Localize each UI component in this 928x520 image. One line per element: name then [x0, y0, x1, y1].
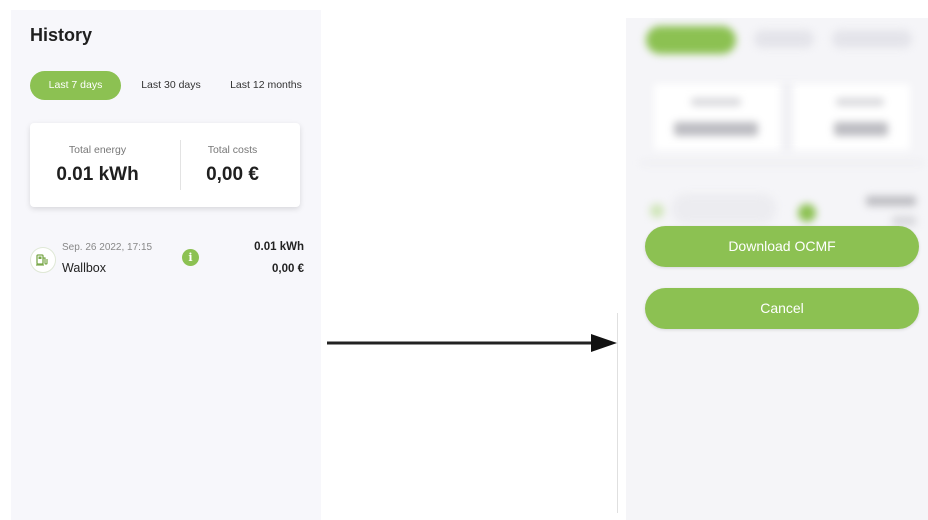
summary-card: Total energy 0.01 kWh Total costs 0,00 € — [30, 123, 300, 207]
blurred-text — [892, 216, 916, 226]
blurred-text — [674, 122, 758, 136]
total-energy-block: Total energy 0.01 kWh — [30, 123, 165, 207]
blurred-text — [866, 196, 916, 206]
history-screen: History Last 7 days Last 30 days Last 12… — [11, 10, 321, 520]
history-list-item[interactable]: Sep. 26 2022, 17:15 Wallbox i 0.01 kWh 0… — [30, 238, 304, 288]
charging-station-icon — [30, 247, 56, 273]
total-costs-block: Total costs 0,00 € — [165, 123, 300, 207]
blurred-info-icon — [798, 204, 816, 222]
blurred-tab-active — [646, 26, 736, 54]
total-energy-value: 0.01 kWh — [56, 164, 139, 185]
cancel-button[interactable]: Cancel — [645, 288, 919, 329]
tab-last-7-days[interactable]: Last 7 days — [30, 71, 121, 100]
info-icon[interactable]: i — [182, 249, 199, 266]
session-date: Sep. 26 2022, 17:15 — [62, 242, 153, 253]
blurred-tab — [754, 30, 814, 48]
total-costs-label: Total costs — [207, 144, 258, 156]
blurred-tab — [832, 30, 912, 48]
blurred-text — [836, 98, 884, 106]
session-station-name: Wallbox — [62, 261, 106, 275]
blurred-icon — [650, 204, 664, 218]
blurred-divider — [641, 162, 923, 164]
period-tabs: Last 7 days Last 30 days Last 12 months — [30, 71, 320, 100]
session-cost: 0,00 € — [272, 263, 304, 275]
page-title: History — [30, 25, 93, 45]
blurred-text — [691, 98, 741, 106]
total-costs-value: 0,00 € — [206, 164, 259, 185]
separator-line — [617, 313, 618, 513]
session-energy: 0.01 kWh — [254, 241, 304, 253]
download-ocmf-button[interactable]: Download OCMF — [645, 226, 919, 267]
download-dialog-screen: Download OCMF Cancel — [626, 18, 928, 520]
blurred-text — [834, 122, 888, 136]
tab-last-30-days[interactable]: Last 30 days — [133, 71, 209, 100]
tab-last-12-months[interactable]: Last 12 months — [219, 71, 313, 100]
blurred-history-background — [626, 18, 928, 520]
blurred-card-gap — [781, 84, 793, 150]
total-energy-label: Total energy — [68, 144, 127, 156]
blurred-pill — [672, 194, 776, 224]
arrow-right-icon — [327, 334, 617, 352]
